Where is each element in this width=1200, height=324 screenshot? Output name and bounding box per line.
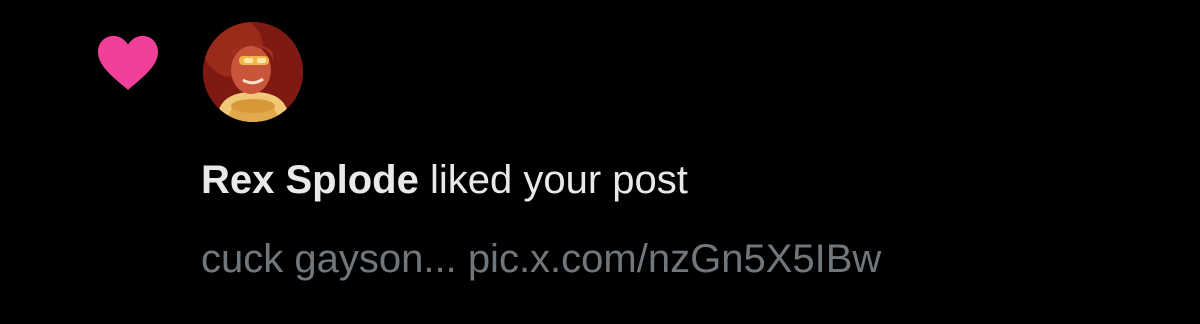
- avatar[interactable]: [203, 22, 303, 122]
- like-notification[interactable]: Rex Splode liked your post cuck gayson..…: [0, 0, 1200, 324]
- notification-text: Rex Splode liked your post: [201, 152, 688, 208]
- post-link[interactable]: pic.x.com/nzGn5X5IBw: [468, 237, 882, 281]
- user-name-link[interactable]: Rex Splode: [201, 158, 419, 202]
- post-preview-text: cuck gayson...: [201, 237, 457, 281]
- post-preview[interactable]: cuck gayson... pic.x.com/nzGn5X5IBw: [201, 231, 881, 287]
- heart-icon: [98, 35, 158, 90]
- action-text: liked your post: [429, 158, 688, 202]
- avatar-icon: [203, 22, 303, 122]
